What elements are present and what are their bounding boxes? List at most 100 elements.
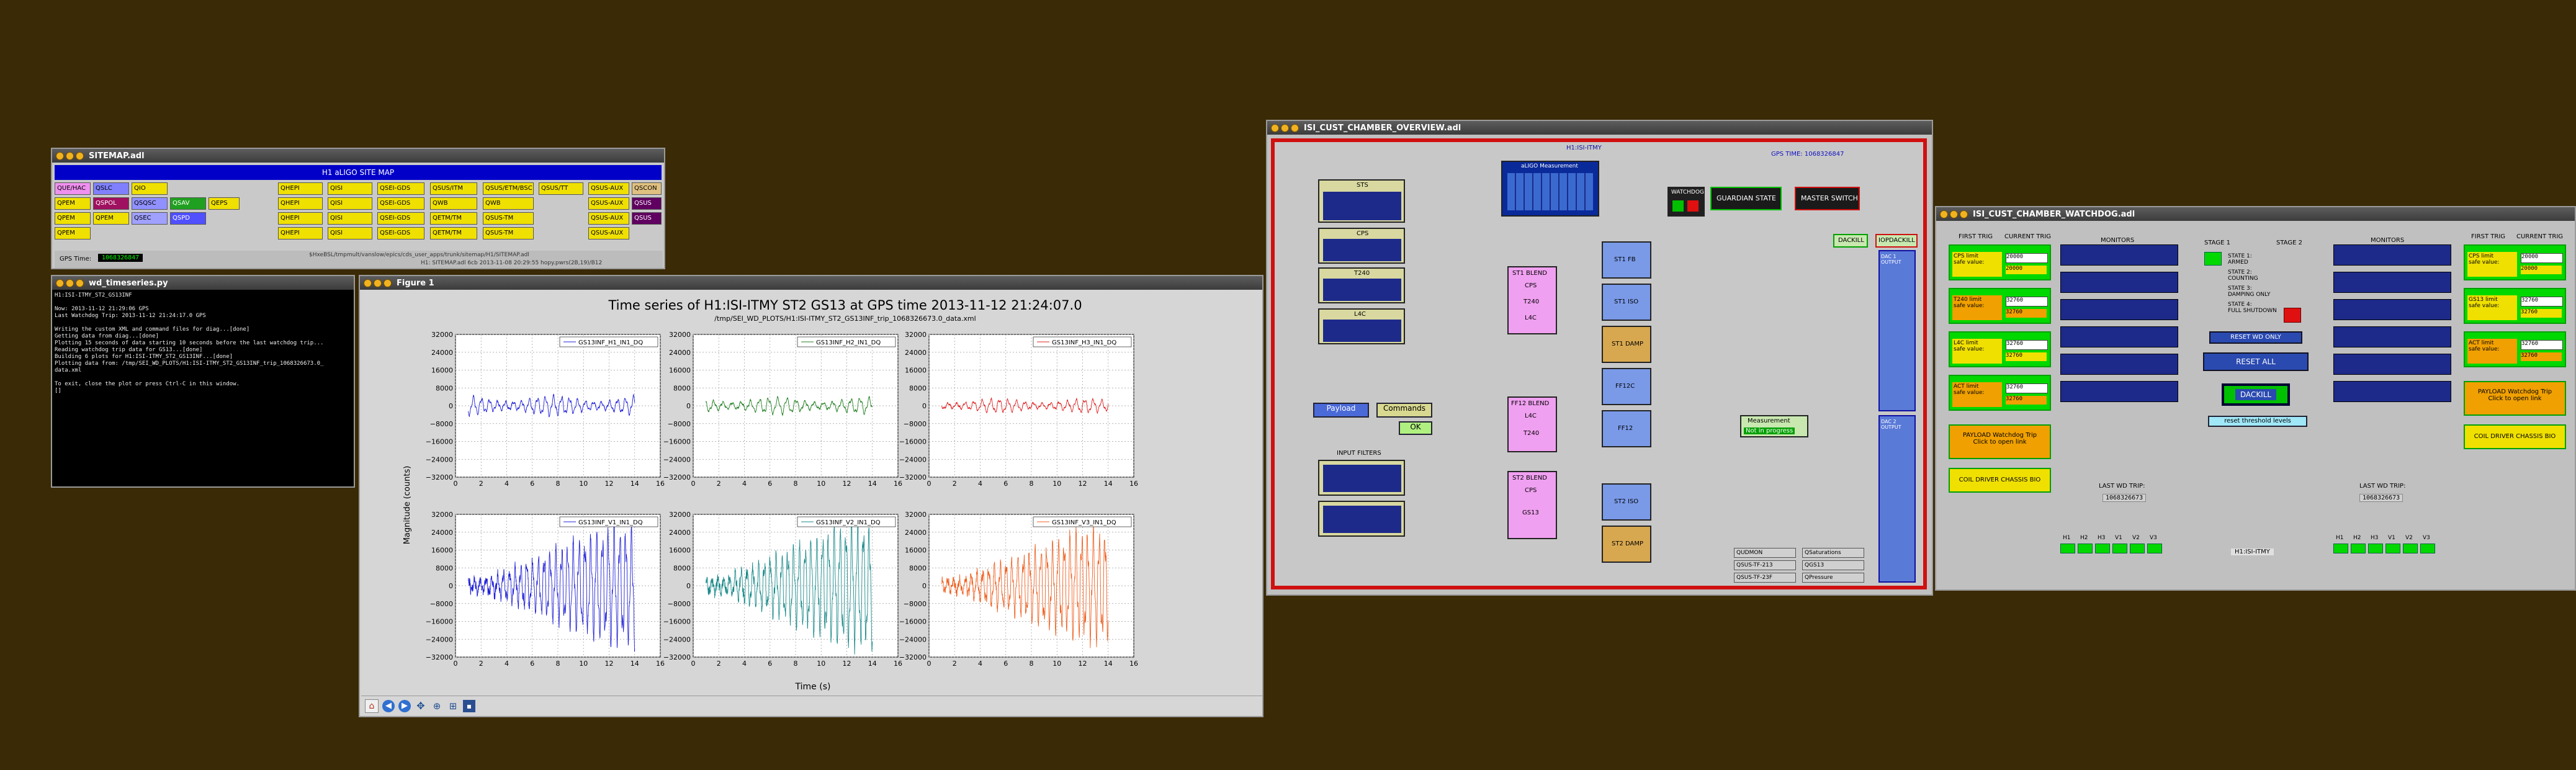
left-limit-0[interactable]: CPS limit safe value: 20000 20000 bbox=[1949, 244, 2051, 280]
sitemap-btn-qhepi[interactable]: QHEPI bbox=[278, 182, 323, 195]
reset-all-button[interactable]: RESET ALL bbox=[2203, 352, 2309, 371]
gs13-block[interactable] bbox=[1318, 501, 1405, 537]
sitemap-btn-qwb[interactable]: QWB bbox=[430, 197, 477, 210]
cps-block-2[interactable] bbox=[1318, 460, 1405, 496]
sitemap-btn-qpem[interactable]: QPEM bbox=[55, 197, 91, 210]
limit-value[interactable]: 20000 bbox=[2006, 253, 2048, 263]
sitemap-btn-qhepi[interactable]: QHEPI bbox=[278, 227, 323, 240]
dackill-button[interactable]: DACKILL bbox=[1833, 234, 1868, 248]
maximize-icon[interactable] bbox=[384, 279, 392, 287]
limit-value[interactable]: 32760 bbox=[2521, 340, 2563, 350]
commands-button[interactable]: Commands bbox=[1376, 403, 1432, 418]
limit-value[interactable]: 32760 bbox=[2006, 383, 2048, 393]
sitemap-btn-qetm-tm[interactable]: QETM/TM bbox=[430, 227, 477, 240]
overview-btn-qgs13[interactable]: QGS13 bbox=[1802, 560, 1864, 570]
minimize-icon[interactable] bbox=[1950, 210, 1958, 218]
close-icon[interactable] bbox=[1271, 123, 1279, 132]
sitemap-btn-qspd[interactable]: QSPD bbox=[170, 212, 206, 225]
right-limit-2[interactable]: ACT limit safe value: 32760 32760 bbox=[2464, 331, 2566, 367]
maximize-icon[interactable] bbox=[76, 151, 84, 160]
sitemap-btn-qsus-tm[interactable]: QSUS-TM bbox=[483, 212, 534, 225]
sitemap-btn-qsus-tm[interactable]: QSUS-TM bbox=[483, 227, 534, 240]
st2-blend-block[interactable]: ST2 BLEND CPS GS13 bbox=[1507, 471, 1557, 539]
overview-btn-qsus-tf-23f[interactable]: QSUS-TF-23F bbox=[1734, 573, 1796, 583]
sitemap-btn-qscon[interactable]: QSCON bbox=[632, 182, 662, 195]
minimize-icon[interactable] bbox=[1281, 123, 1289, 132]
sitemap-btn-qpem[interactable]: QPEM bbox=[55, 212, 91, 225]
left-limit-1[interactable]: T240 limit safe value: 32760 32760 bbox=[1949, 288, 2051, 324]
save-icon[interactable]: ▪ bbox=[463, 700, 475, 712]
minimize-icon[interactable] bbox=[66, 151, 74, 160]
sitemap-btn-qsus-aux[interactable]: QSUS-AUX bbox=[588, 227, 629, 240]
sitemap-btn-qhepi[interactable]: QHEPI bbox=[278, 197, 323, 210]
ff12c-block[interactable]: FF12C bbox=[1602, 368, 1651, 405]
close-icon[interactable] bbox=[364, 279, 372, 287]
measurement-button[interactable]: Measurement Not in progress bbox=[1740, 415, 1808, 437]
sitemap-titlebar[interactable]: SITEMAP.adl bbox=[52, 149, 664, 163]
sitemap-btn-qisi[interactable]: QISI bbox=[328, 227, 372, 240]
t240-block[interactable]: T240 bbox=[1318, 267, 1405, 303]
overview-btn-qsus-tf-213[interactable]: QSUS-TF-213 bbox=[1734, 560, 1796, 570]
sitemap-btn-qio[interactable]: QIO bbox=[132, 182, 168, 195]
sitemap-btn-qsus-etm-bsc[interactable]: QSUS/ETM/BSC bbox=[483, 182, 534, 195]
payload-button[interactable]: Payload bbox=[1313, 403, 1369, 418]
reset-threshold-button[interactable]: reset threshold levels bbox=[2208, 416, 2307, 427]
minimize-icon[interactable] bbox=[66, 279, 74, 287]
maximize-icon[interactable] bbox=[1960, 210, 1968, 218]
sitemap-btn-qsus[interactable]: QSUS bbox=[632, 197, 662, 210]
sitemap-btn-qspol[interactable]: QSPOL bbox=[93, 197, 129, 210]
forward-icon[interactable]: ▶ bbox=[398, 700, 411, 712]
sitemap-btn-qpem[interactable]: QPEM bbox=[93, 212, 129, 225]
ok-button[interactable]: OK bbox=[1399, 421, 1432, 435]
pan-icon[interactable]: ✥ bbox=[415, 700, 427, 712]
sitemap-btn-qsus-aux[interactable]: QSUS-AUX bbox=[588, 212, 629, 225]
iopdackill-button[interactable]: IOPDACKILL bbox=[1875, 234, 1918, 248]
overview-btn-qsaturations[interactable]: QSaturations bbox=[1802, 548, 1864, 558]
terminal-titlebar[interactable]: wd_timeseries.py bbox=[52, 276, 354, 290]
left-coil-driver-button[interactable]: COIL DRIVER CHASSIS BIO bbox=[1949, 468, 2051, 493]
watchdog-status[interactable]: WATCHDOG bbox=[1667, 187, 1705, 217]
limit-value[interactable]: 32760 bbox=[2521, 297, 2563, 307]
ff12-block[interactable]: FF12 bbox=[1602, 410, 1651, 447]
sts-block[interactable]: STS bbox=[1318, 179, 1405, 223]
close-icon[interactable] bbox=[1940, 210, 1948, 218]
overview-btn-qpressure[interactable]: QPressure bbox=[1802, 573, 1864, 583]
sitemap-btn-qsus[interactable]: QSUS bbox=[632, 212, 662, 225]
right-limit-0[interactable]: CPS limit safe value: 20000 20000 bbox=[2464, 244, 2566, 280]
terminal-output[interactable]: H1:ISI-ITMY_ST2_GS13INF Now: 2013-11-12 2… bbox=[55, 292, 352, 395]
sitemap-btn-qsus-itm[interactable]: QSUS/ITM bbox=[430, 182, 477, 195]
l4c-block[interactable]: L4C bbox=[1318, 308, 1405, 344]
sitemap-btn-qsei-gds[interactable]: QSEI-GDS bbox=[377, 227, 424, 240]
subplots-icon[interactable]: ⊞ bbox=[447, 700, 459, 712]
guardian-state-button[interactable]: GUARDIAN STATE bbox=[1710, 187, 1782, 210]
sitemap-btn-qhepi[interactable]: QHEPI bbox=[278, 212, 323, 225]
sitemap-btn-qsei-gds[interactable]: QSEI-GDS bbox=[377, 212, 424, 225]
aligo-measurement-panel[interactable]: aLIGO Measurement bbox=[1501, 161, 1599, 217]
sitemap-btn-qeps[interactable]: QEPS bbox=[209, 197, 240, 210]
sitemap-btn-qisi[interactable]: QISI bbox=[328, 182, 372, 195]
st1-blend-block[interactable]: ST1 BLEND CPS T240 L4C bbox=[1507, 266, 1557, 334]
st2-damp-block[interactable]: ST2 DAMP bbox=[1602, 526, 1651, 563]
sitemap-btn-qetm-tm[interactable]: QETM/TM bbox=[430, 212, 477, 225]
close-icon[interactable] bbox=[56, 151, 64, 160]
right-payload-trip-button[interactable]: PAYLOAD Watchdog Trip Click to open link bbox=[2464, 381, 2566, 416]
sitemap-btn-qsec[interactable]: QSEC bbox=[132, 212, 168, 225]
master-switch-button[interactable]: MASTER SWITCH bbox=[1795, 187, 1860, 210]
zoom-icon[interactable]: ⊕ bbox=[431, 700, 443, 712]
sitemap-btn-qisi[interactable]: QISI bbox=[328, 197, 372, 210]
sitemap-btn-qsei-gds[interactable]: QSEI-GDS bbox=[377, 182, 424, 195]
cps-block-1[interactable]: CPS bbox=[1318, 228, 1405, 264]
minimize-icon[interactable] bbox=[374, 279, 382, 287]
sitemap-btn-qpem[interactable]: QPEM bbox=[55, 227, 91, 240]
st1-fb-block[interactable]: ST1 FB bbox=[1602, 241, 1651, 279]
sitemap-btn-qsus-tt[interactable]: QSUS/TT bbox=[539, 182, 583, 195]
limit-value[interactable]: 32760 bbox=[2006, 297, 2048, 307]
home-icon[interactable]: ⌂ bbox=[365, 699, 379, 713]
left-limit-2[interactable]: L4C limit safe value: 32760 32760 bbox=[1949, 331, 2051, 367]
sitemap-btn-qsei-gds[interactable]: QSEI-GDS bbox=[377, 197, 424, 210]
left-payload-trip-button[interactable]: PAYLOAD Watchdog Trip Click to open link bbox=[1949, 424, 2051, 459]
figure-titlebar[interactable]: Figure 1 bbox=[360, 276, 1262, 290]
sitemap-btn-que-hac[interactable]: QUE/HAC bbox=[55, 182, 91, 195]
limit-value[interactable]: 32760 bbox=[2006, 340, 2048, 350]
st2-iso-block[interactable]: ST2 ISO bbox=[1602, 483, 1651, 521]
